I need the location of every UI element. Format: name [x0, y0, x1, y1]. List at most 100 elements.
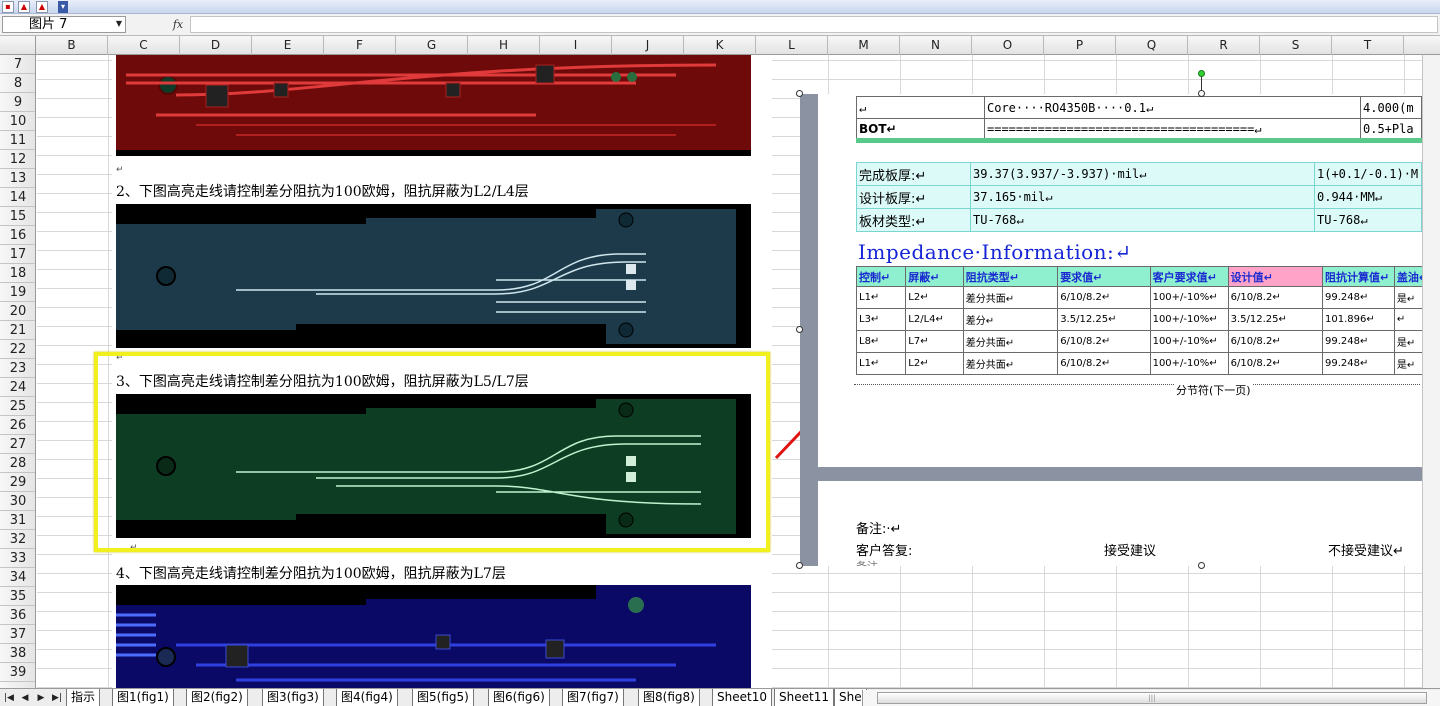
row-header[interactable]: 32	[0, 530, 35, 549]
resize-handle[interactable]	[796, 562, 803, 569]
sheet-tab[interactable]: 图3(fig3)	[262, 689, 324, 706]
horizontal-scrollbar[interactable]: |||	[862, 690, 1440, 706]
column-header[interactable]: B	[36, 36, 108, 55]
column-header[interactable]: L	[756, 36, 828, 55]
formula-input[interactable]	[190, 16, 1438, 33]
row-header[interactable]: 11	[0, 131, 35, 150]
row-header[interactable]: 30	[0, 492, 35, 511]
row-header[interactable]: 13	[0, 169, 35, 188]
rotation-handle[interactable]	[1198, 70, 1205, 77]
sheet-tab[interactable]: Sheet11	[774, 689, 834, 706]
page-gap	[818, 467, 1422, 481]
column-header[interactable]: H	[468, 36, 540, 55]
row-header[interactable]: 18	[0, 264, 35, 283]
column-header[interactable]: K	[684, 36, 756, 55]
first-sheet-icon[interactable]: |◀	[2, 690, 16, 706]
row-header[interactable]: 24	[0, 378, 35, 397]
sheet-tab[interactable]: 图2(fig2)	[186, 689, 248, 706]
row-header[interactable]: 20	[0, 302, 35, 321]
resize-handle[interactable]	[796, 90, 803, 97]
row-header[interactable]: 19	[0, 283, 35, 302]
row-header[interactable]: 23	[0, 359, 35, 378]
row-header[interactable]: 12	[0, 150, 35, 169]
resize-handle[interactable]	[796, 326, 803, 333]
column-header[interactable]: J	[612, 36, 684, 55]
name-box[interactable]: 图片 7	[2, 16, 126, 33]
impedance-header: 屏蔽↵	[905, 266, 964, 287]
row-header[interactable]: 36	[0, 606, 35, 625]
resize-handle[interactable]	[1198, 562, 1205, 569]
board-info-value: 1(+0.1/-0.1)·M	[1314, 162, 1422, 186]
column-header[interactable]: P	[1044, 36, 1116, 55]
sheet-tab[interactable]: 指示	[66, 689, 101, 706]
row-header[interactable]: 9	[0, 93, 35, 112]
sheet-tab[interactable]: 图7(fig7)	[562, 689, 624, 706]
scroll-thumb[interactable]: |||	[877, 692, 1427, 704]
impedance-cell: 差分共面↵	[962, 330, 1059, 353]
row-header[interactable]: 39	[0, 663, 35, 682]
row-header[interactable]: 21	[0, 321, 35, 340]
app-icon[interactable]: ▪	[2, 1, 14, 13]
row-header[interactable]: 31	[0, 511, 35, 530]
toolbar-options-icon[interactable]: ▾	[58, 1, 68, 13]
resize-handle[interactable]	[1198, 90, 1205, 97]
reject-option[interactable]: 不接受建议↵	[1328, 540, 1404, 559]
sheet-tab[interactable]: 图6(fig6)	[488, 689, 550, 706]
table-row: L1↵ L2↵ 差分共面↵ 6/10/8.2↵ 100+/-10%↵ 6/10/8.2↵ 9…	[855, 352, 1422, 375]
sheet-tab[interactable]: 图5(fig5)	[412, 689, 474, 706]
column-header[interactable]: G	[396, 36, 468, 55]
sheet-tab[interactable]: Sheet10	[712, 689, 772, 706]
impedance-header: 设计值↵	[1227, 266, 1324, 287]
row-header[interactable]: 29	[0, 473, 35, 492]
row-header[interactable]: 33	[0, 549, 35, 568]
row-header[interactable]: 26	[0, 416, 35, 435]
column-header[interactable]: C	[108, 36, 180, 55]
column-header[interactable]: I	[540, 36, 612, 55]
row-header[interactable]: 22	[0, 340, 35, 359]
row-header[interactable]: 38	[0, 644, 35, 663]
row-header[interactable]: 35	[0, 587, 35, 606]
last-sheet-icon[interactable]: ▶|	[50, 690, 64, 706]
row-header[interactable]: 16	[0, 226, 35, 245]
prev-sheet-icon[interactable]: ◀	[18, 690, 32, 706]
row-header[interactable]: 27	[0, 435, 35, 454]
column-header[interactable]: T	[1332, 36, 1404, 55]
pdf-export-icon[interactable]: ▲	[36, 1, 48, 13]
sheet-tab[interactable]: 图4(fig4)	[336, 689, 398, 706]
impedance-cell: 是↵	[1393, 352, 1422, 375]
column-header[interactable]: Q	[1116, 36, 1188, 55]
row-header[interactable]: 34	[0, 568, 35, 587]
row-header[interactable]: 17	[0, 245, 35, 264]
column-header[interactable]: E	[252, 36, 324, 55]
column-headers: BCDEFGHIJKLMNOPQRST	[0, 36, 1440, 55]
select-all-corner[interactable]	[0, 36, 36, 55]
accept-option[interactable]: 接受建议	[1104, 540, 1156, 559]
row-header[interactable]: 14	[0, 188, 35, 207]
column-header[interactable]: M	[828, 36, 900, 55]
column-header[interactable]: R	[1188, 36, 1260, 55]
impedance-table: 控制↵ 屏蔽↵ 阻抗类型↵ 要求值↵ 客户要求值↵ 设计值↵ 阻抗计算值↵ 盖油…	[855, 266, 1422, 375]
row-headers: 7 8 9 10 11 12 13 14 15 16 17 18 19 20 21 22 23 24 25 26 27 2…	[0, 55, 36, 688]
next-sheet-icon[interactable]: ▶	[34, 690, 48, 706]
sheet-tab[interactable]: 图1(fig1)	[112, 689, 174, 706]
row-header[interactable]: 8	[0, 74, 35, 93]
row-header[interactable]: 37	[0, 625, 35, 644]
column-header[interactable]: O	[972, 36, 1044, 55]
sheet-tab[interactable]: 图8(fig8)	[638, 689, 700, 706]
fx-icon[interactable]: fx	[168, 16, 188, 33]
column-header[interactable]: F	[324, 36, 396, 55]
column-header[interactable]: N	[900, 36, 972, 55]
column-header[interactable]: S	[1260, 36, 1332, 55]
column-header[interactable]: D	[180, 36, 252, 55]
impedance-cell: 6/10/8.2↵	[1057, 330, 1151, 353]
row-header[interactable]: 28	[0, 454, 35, 473]
vertical-scrollbar[interactable]	[1422, 55, 1440, 688]
row-header[interactable]: 10	[0, 112, 35, 131]
row-header[interactable]: 7	[0, 55, 35, 74]
chevron-down-icon[interactable]: ▼	[114, 17, 124, 31]
board-info-label: 板材类型:↵	[856, 208, 971, 232]
row-header[interactable]: 15	[0, 207, 35, 226]
pdf-icon[interactable]: ▲	[18, 1, 30, 13]
row-header[interactable]: 25	[0, 397, 35, 416]
embedded-document-right[interactable]: ↵ Core····RO4350B····0.1↵ 4.000(m BOT↵ =…	[800, 94, 1422, 566]
